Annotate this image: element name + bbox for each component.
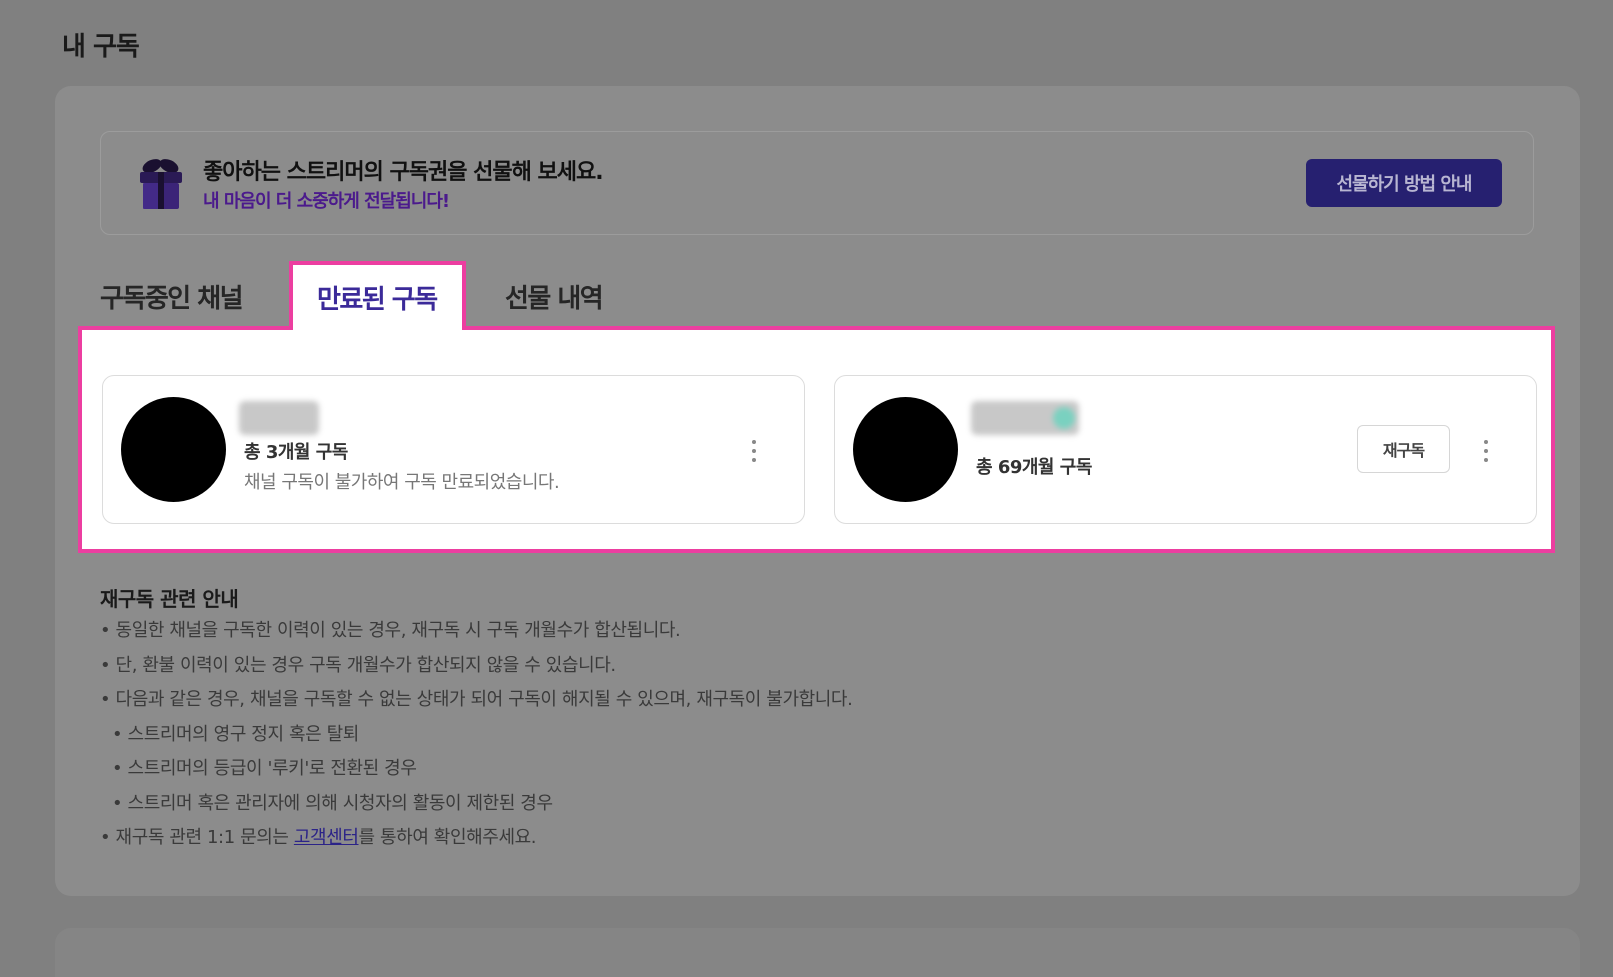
guide-line: • 단, 환불 이력이 있는 경우 구독 개월수가 합산되지 않을 수 있습니다… xyxy=(100,654,616,676)
gift-icon xyxy=(140,159,182,209)
guide-subline: • 스트리머의 영구 정지 혹은 탈퇴 xyxy=(112,723,359,745)
guide-line: • 동일한 채널을 구독한 이력이 있는 경우, 재구독 시 구독 개월수가 합… xyxy=(100,620,681,641)
avatar[interactable] xyxy=(121,397,226,502)
page-title: 내 구독 xyxy=(62,32,140,62)
guide-contact-suffix: 를 통하여 확인해주세요. xyxy=(358,827,537,848)
bottom-panel xyxy=(55,928,1580,977)
banner-title: 좋아하는 스트리머의 구독권을 선물해 보세요. xyxy=(203,160,604,185)
guide-subline: • 스트리머 혹은 관리자에 의해 시청자의 활동이 제한된 경우 xyxy=(112,792,553,814)
gift-guide-button[interactable]: 선물하기 방법 안내 xyxy=(1306,159,1502,207)
guide-line: • 다음과 같은 경우, 채널을 구독할 수 없는 상태가 되어 구독이 해지될… xyxy=(100,689,853,710)
customer-center-link[interactable]: 고객센터 xyxy=(294,827,359,848)
page: 내 구독 좋아하는 스트리머의 구독권을 선물해 보세요. 내 마음이 더 소중… xyxy=(0,0,1613,977)
channel-name-blurred xyxy=(239,401,319,435)
guide-title: 재구독 관련 안내 xyxy=(100,587,239,611)
tab-expired-label: 만료된 구독 xyxy=(317,285,438,315)
gift-banner: 좋아하는 스트리머의 구독권을 선물해 보세요. 내 마음이 더 소중하게 전달… xyxy=(100,131,1534,235)
more-vertical-icon[interactable] xyxy=(1476,436,1496,466)
expired-list: 총 3개월 구독 채널 구독이 불가하여 구독 만료되었습니다. 총 69개월 … xyxy=(78,326,1555,553)
guide-line-contact: • 재구독 관련 1:1 문의는 고객센터를 통하여 확인해주세요. xyxy=(100,823,852,858)
subscription-status: 채널 구독이 불가하여 구독 만료되었습니다. xyxy=(244,472,560,493)
subscription-total: 총 69개월 구독 xyxy=(976,457,1092,478)
more-vertical-icon[interactable] xyxy=(744,436,764,466)
tab-joint xyxy=(293,322,462,332)
resubscribe-button[interactable]: 재구독 xyxy=(1357,425,1450,473)
tab-subscribed-channels[interactable]: 구독중인 채널 xyxy=(100,278,244,315)
guide-list: • 동일한 채널을 구독한 이력이 있는 경우, 재구독 시 구독 개월수가 합… xyxy=(100,616,853,858)
guide-subline: • 스트리머의 등급이 '루키'로 전환된 경우 xyxy=(112,758,417,779)
guide-contact-prefix: • 재구독 관련 1:1 문의는 xyxy=(100,827,294,848)
subscription-total: 총 3개월 구독 xyxy=(244,442,348,463)
subscription-card[interactable]: 총 69개월 구독 재구독 xyxy=(834,375,1537,524)
subscription-card[interactable]: 총 3개월 구독 채널 구독이 불가하여 구독 만료되었습니다. xyxy=(102,375,805,524)
avatar[interactable] xyxy=(853,397,958,502)
banner-subtitle: 내 마음이 더 소중하게 전달됩니다! xyxy=(203,191,450,212)
channel-name-blurred xyxy=(971,401,1079,435)
tab-gift-history[interactable]: 선물 내역 xyxy=(505,278,604,315)
